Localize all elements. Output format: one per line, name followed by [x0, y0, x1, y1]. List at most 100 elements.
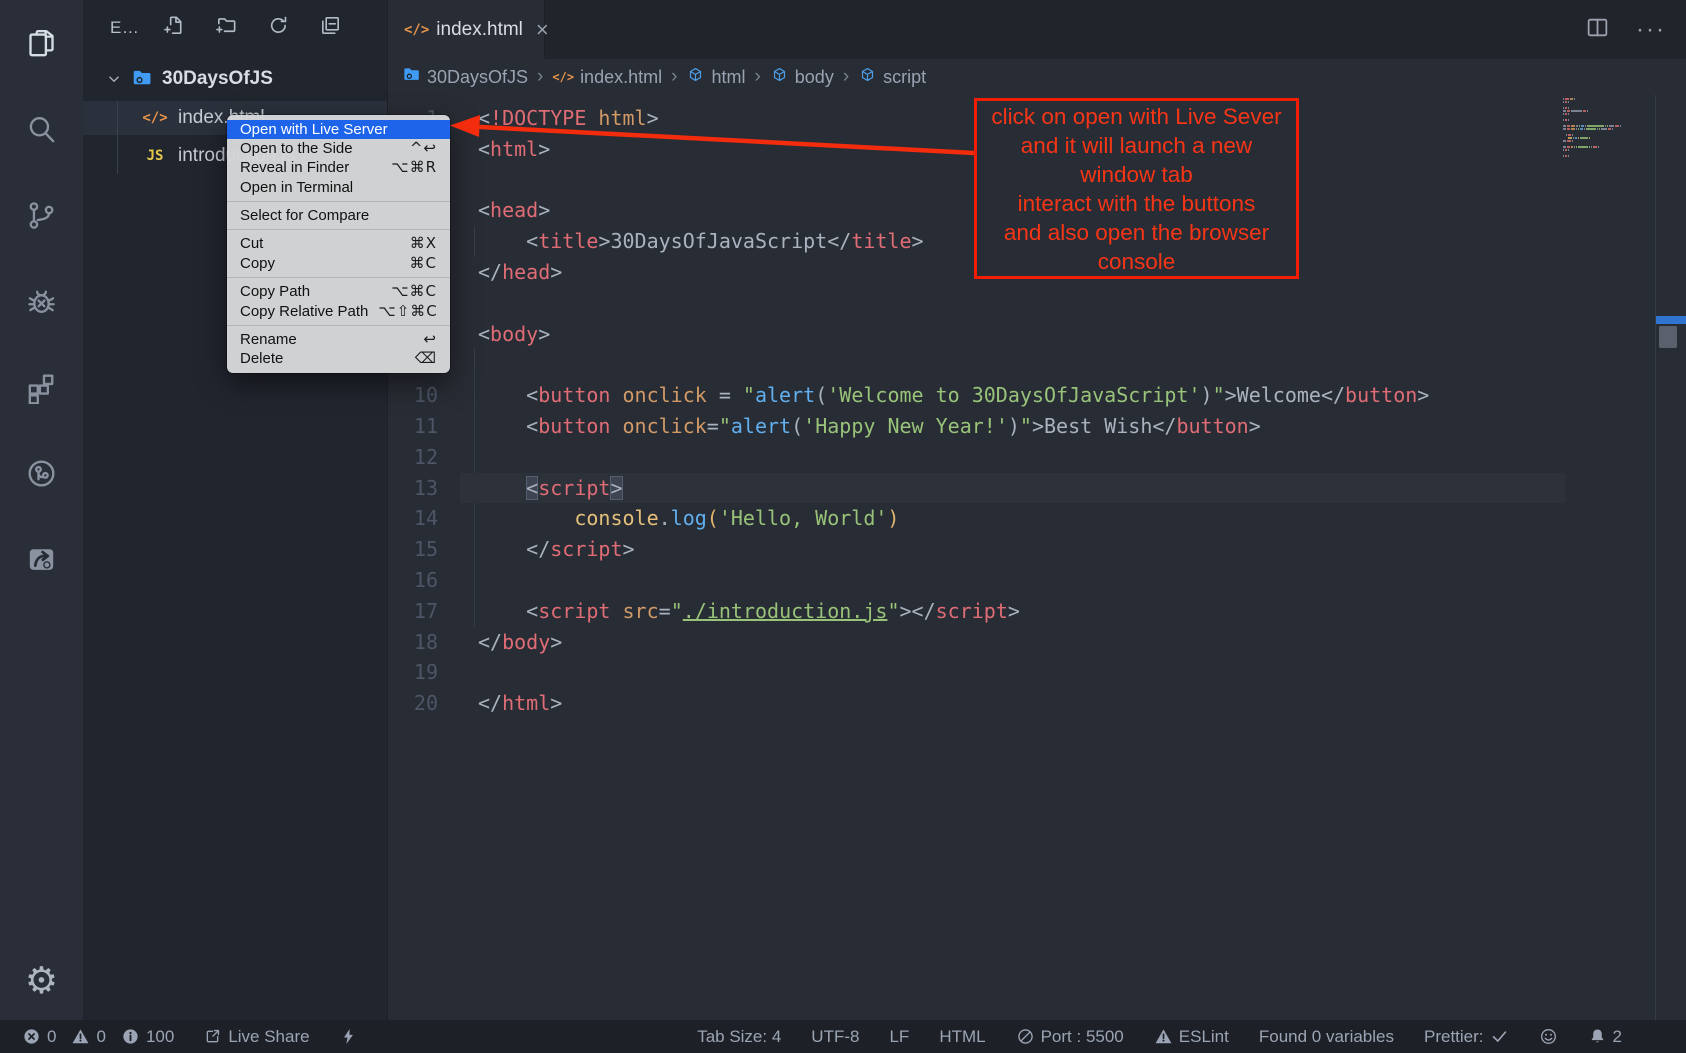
files-icon[interactable] — [0, 0, 83, 86]
menu-item-label: Copy Relative Path — [240, 302, 368, 321]
share-box-icon — [203, 1027, 222, 1046]
minimap[interactable] — [1563, 98, 1653, 168]
menu-item-open-in-terminal[interactable]: Open in Terminal — [227, 178, 450, 197]
status-label: ESLint — [1179, 1027, 1229, 1047]
symbol-cube-icon — [858, 65, 877, 89]
code-line-10[interactable]: 10 <button onclick = "alert('Welcome to … — [388, 380, 1686, 411]
breadcrumb-item-body[interactable]: body — [770, 65, 834, 89]
menu-item-delete[interactable]: Delete⌫ — [227, 349, 450, 368]
code-line-14[interactable]: 14 console.log('Hello, World') — [388, 503, 1686, 534]
status-item-found-0-variables[interactable]: Found 0 variables — [1259, 1027, 1394, 1047]
menu-item-open-to-the-side[interactable]: Open to the Side^↩ — [227, 139, 450, 158]
status-label: UTF-8 — [811, 1027, 859, 1047]
close-icon[interactable]: × — [536, 19, 549, 41]
chevron-down-icon[interactable] — [105, 70, 123, 88]
status-item-lf[interactable]: LF — [889, 1027, 909, 1047]
git-circle-icon[interactable] — [0, 430, 83, 516]
status-item-0[interactable]: 0 — [22, 1027, 56, 1047]
status-item-eslint[interactable]: ESLint — [1154, 1027, 1229, 1047]
status-item-tab-size-4[interactable]: Tab Size: 4 — [697, 1027, 781, 1047]
status-label: LF — [889, 1027, 909, 1047]
code-text: </html> — [478, 688, 562, 719]
menu-separator — [227, 277, 450, 278]
annotation-text: and also open the browser — [977, 218, 1296, 247]
status-item-utf-8[interactable]: UTF-8 — [811, 1027, 859, 1047]
live-share-icon[interactable] — [0, 516, 83, 602]
menu-item-cut[interactable]: Cut⌘X — [227, 234, 450, 253]
code-text: <button onclick="alert('Happy New Year!'… — [478, 411, 1261, 442]
code-text: <button onclick = "alert('Welcome to 30D… — [478, 380, 1429, 411]
code-line-11[interactable]: 11 <button onclick="alert('Happy New Yea… — [388, 411, 1686, 442]
code-line-12[interactable]: 12 — [388, 442, 1686, 473]
new-folder-icon[interactable] — [215, 14, 238, 42]
annotation-text: window tab — [977, 160, 1296, 189]
search-icon[interactable] — [0, 86, 83, 172]
status-item-0[interactable]: 0 — [71, 1027, 105, 1047]
symbol-cube-icon — [770, 65, 789, 89]
extensions-icon[interactable] — [0, 344, 83, 430]
code-line-18[interactable]: 18</body> — [388, 627, 1686, 658]
split-editor-icon[interactable] — [1585, 15, 1610, 45]
code-line-9[interactable]: 9 — [388, 349, 1686, 380]
status-label: Live Share — [228, 1027, 309, 1047]
settings-gear-icon[interactable]: ⚙ — [0, 959, 83, 1002]
breadcrumb-label: body — [795, 67, 834, 88]
code-text: <script src="./introduction.js"></script… — [478, 596, 1020, 627]
info-circle-icon — [121, 1027, 140, 1046]
html-file-icon: </> — [552, 70, 574, 84]
code-line-13[interactable]: 13 <script> — [388, 473, 1686, 504]
new-file-icon[interactable] — [163, 14, 186, 42]
explorer-title: E… — [110, 18, 139, 38]
code-line-20[interactable]: 20</html> — [388, 688, 1686, 719]
menu-item-open-with-live-server[interactable]: Open with Live Server — [227, 120, 450, 139]
status-item-100[interactable]: 100 — [121, 1027, 174, 1047]
menu-item-label: Copy — [240, 254, 400, 273]
status-item-smiley[interactable] — [1539, 1027, 1558, 1046]
menu-item-select-for-compare[interactable]: Select for Compare — [227, 206, 450, 225]
menu-item-copy-relative-path[interactable]: Copy Relative Path ⌥⇧⌘C — [227, 302, 450, 321]
menu-item-reveal-in-finder[interactable]: Reveal in Finder⌥⌘R — [227, 158, 450, 177]
error-circle-icon — [22, 1027, 41, 1046]
collapse-all-icon[interactable] — [319, 14, 342, 42]
status-item-2[interactable]: 2 — [1588, 1027, 1622, 1047]
source-control-icon[interactable] — [0, 172, 83, 258]
menu-item-copy[interactable]: Copy⌘C — [227, 254, 450, 273]
status-item-port-5500[interactable]: Port : 5500 — [1016, 1027, 1124, 1047]
code-line-8[interactable]: 8<body> — [388, 319, 1686, 350]
scrollbar-thumb[interactable] — [1659, 326, 1677, 348]
code-line-17[interactable]: 17 <script src="./introduction.js"></scr… — [388, 596, 1686, 627]
code-line-15[interactable]: 15 </script> — [388, 534, 1686, 565]
status-item-live-share[interactable]: Live Share — [203, 1027, 309, 1047]
line-number: 12 — [388, 442, 438, 473]
status-label: 0 — [96, 1027, 105, 1047]
line-number: 15 — [388, 534, 438, 565]
smiley-icon — [1539, 1027, 1558, 1046]
debug-icon[interactable] — [0, 258, 83, 344]
breadcrumb-item-html[interactable]: html — [686, 65, 745, 89]
status-item-prettier-[interactable]: Prettier: — [1424, 1027, 1509, 1047]
code-line-19[interactable]: 19 — [388, 657, 1686, 688]
tab-index-html[interactable]: </> index.html × — [388, 0, 545, 59]
breadcrumb-separator: › — [754, 66, 760, 88]
menu-separator — [227, 325, 450, 326]
menu-item-rename[interactable]: Rename↩ — [227, 330, 450, 349]
code-line-16[interactable]: 16 — [388, 565, 1686, 596]
menu-item-copy-path[interactable]: Copy Path⌥⌘C — [227, 282, 450, 301]
breadcrumb-item-30DaysOfJS[interactable]: 30DaysOfJS — [402, 65, 528, 89]
status-item-lightning[interactable] — [339, 1027, 358, 1046]
status-label: 0 — [47, 1027, 56, 1047]
line-number: 16 — [388, 565, 438, 596]
menu-item-label: Select for Compare — [240, 206, 437, 225]
breadcrumb-item-index-html[interactable]: </>index.html — [552, 67, 662, 88]
more-actions-icon[interactable]: ··· — [1636, 16, 1666, 44]
folder-row-30daysofjs[interactable]: 30DaysOfJS — [83, 62, 387, 96]
html-file-icon: </> — [404, 22, 429, 38]
menu-item-shortcut: ⌥⇧⌘C — [378, 302, 437, 321]
code-line-7[interactable]: 7 — [388, 288, 1686, 319]
menu-item-label: Open in Terminal — [240, 178, 437, 197]
menu-item-shortcut: ⌫ — [415, 349, 437, 368]
status-item-html[interactable]: HTML — [939, 1027, 985, 1047]
breadcrumb-item-script[interactable]: script — [858, 65, 926, 89]
refresh-icon[interactable] — [267, 14, 290, 42]
menu-item-shortcut: ^↩ — [410, 139, 437, 158]
